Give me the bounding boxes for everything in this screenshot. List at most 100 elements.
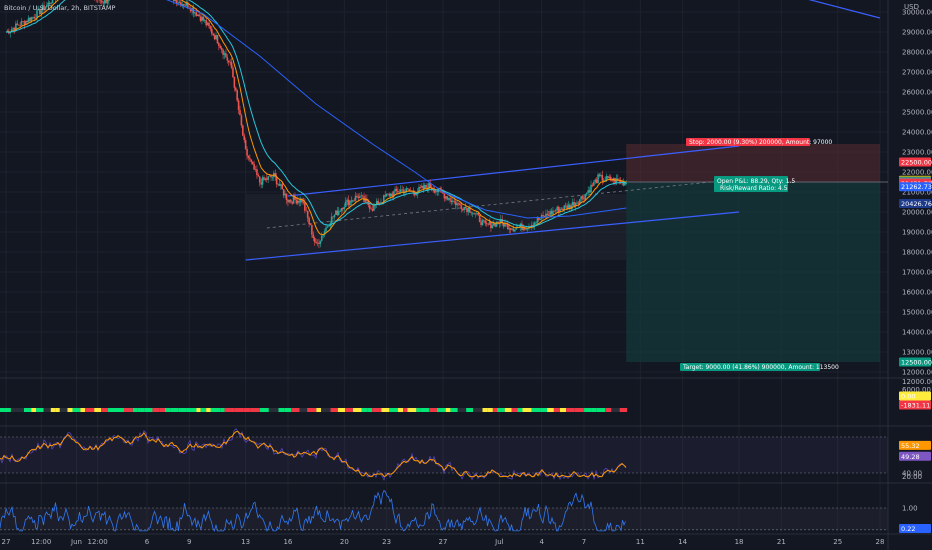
candle-body (357, 196, 360, 199)
osc-bar (43, 408, 51, 412)
candle-body (297, 200, 299, 204)
candle-body (194, 12, 196, 14)
osc-bar (407, 408, 417, 412)
time-tick-label: 13 (241, 538, 250, 546)
candle-body (391, 193, 394, 197)
candle-body (349, 200, 351, 206)
candle-body (536, 217, 539, 223)
time-tick-label: Jun (70, 538, 82, 546)
osc-bar (466, 408, 474, 412)
time-tick-label: 12:00 (31, 538, 51, 546)
candle-body (514, 229, 516, 232)
price-tick-label: 29000.00 (902, 29, 932, 37)
candle-body (201, 16, 203, 21)
pane1-tag-label: -1831.11 (901, 402, 930, 410)
pane2-tag-label: 49.28 (901, 453, 920, 461)
candle-body (271, 177, 274, 178)
pane1-tag-label: 0.00 (901, 393, 915, 401)
osc-bar (504, 408, 512, 412)
candle-body (178, 1, 181, 3)
candle-body (480, 222, 482, 225)
candle-body (576, 202, 578, 204)
candle-body (538, 217, 540, 220)
candle-body (205, 20, 207, 26)
osc-bar (457, 408, 467, 412)
osc-bar (72, 408, 81, 412)
candle-body (19, 25, 21, 27)
osc-bar (101, 408, 108, 412)
candle-body (556, 206, 558, 211)
osc-bar (299, 408, 308, 412)
candle-body (281, 184, 284, 190)
candle-body (585, 192, 588, 195)
candle-body (263, 177, 265, 180)
candle-body (445, 196, 447, 199)
candle-body (260, 182, 262, 185)
osc-bar (497, 408, 505, 412)
candle-body (320, 235, 323, 241)
target-label: Target: 9000.00 (41.86%) 900000, Amount:… (682, 364, 839, 371)
candle-body (526, 228, 529, 230)
candle-body (295, 199, 298, 204)
osc-bar (531, 408, 541, 412)
candle-body (508, 228, 511, 230)
osc-bar (316, 408, 322, 412)
candle-body (247, 155, 250, 159)
candle-body (560, 208, 563, 210)
osc-bar (67, 408, 73, 412)
candle-body (588, 190, 591, 193)
candle-body (236, 90, 238, 101)
candle-body (478, 215, 481, 223)
price-tick-label: 24000.00 (902, 129, 932, 137)
candle-body (313, 237, 316, 243)
osc-bar (15, 408, 24, 412)
candle-body (284, 193, 286, 196)
candle-body (595, 179, 598, 183)
candle-body (552, 210, 554, 215)
osc-bar (23, 408, 32, 412)
candle-body (547, 215, 550, 216)
osc-bar (123, 408, 133, 412)
osc-bar (482, 408, 488, 412)
candle-body (447, 198, 450, 200)
candle-body (226, 57, 229, 61)
osc-bar (611, 408, 620, 412)
candle-body (302, 202, 305, 203)
candle-body (330, 216, 333, 224)
candle-body (26, 20, 28, 23)
candle-body (230, 62, 233, 68)
osc-bar (605, 408, 612, 412)
candle-body (33, 16, 35, 19)
candle-body (195, 12, 198, 16)
osc-bar (224, 408, 235, 412)
osc-bar (345, 408, 353, 412)
price-tick-label: 26000.00 (902, 89, 932, 97)
time-tick-label: 27 (2, 538, 11, 546)
candle-body (215, 35, 217, 40)
candle-body (584, 194, 587, 200)
time-tick-label: 11 (636, 538, 645, 546)
candle-body (450, 200, 453, 202)
candle-body (20, 21, 23, 26)
info-label-2: Risk/Reward Ratio: 4.5 (720, 185, 788, 192)
candle-body (624, 183, 626, 186)
candle-body (305, 210, 308, 212)
osc-bar (591, 408, 597, 412)
candle-body (454, 201, 457, 206)
price-tick-label: 16000.00 (902, 289, 932, 297)
candle-body (288, 199, 291, 203)
candle-body (397, 190, 399, 193)
candle-body (611, 180, 613, 182)
osc-bar (31, 408, 37, 412)
price-tick-label: 28000.00 (902, 49, 932, 57)
price-tick-label: 12000.00 (902, 369, 932, 377)
time-tick-label: 28 (876, 538, 885, 546)
candle-body (415, 194, 418, 196)
candle-body (232, 67, 234, 77)
candle-body (473, 213, 475, 214)
osc-bar (234, 408, 244, 412)
price-tick-label: 15000.00 (902, 309, 932, 317)
price-tick-label: 13000.00 (902, 349, 932, 357)
candle-body (398, 191, 401, 193)
osc-bar (522, 408, 532, 412)
